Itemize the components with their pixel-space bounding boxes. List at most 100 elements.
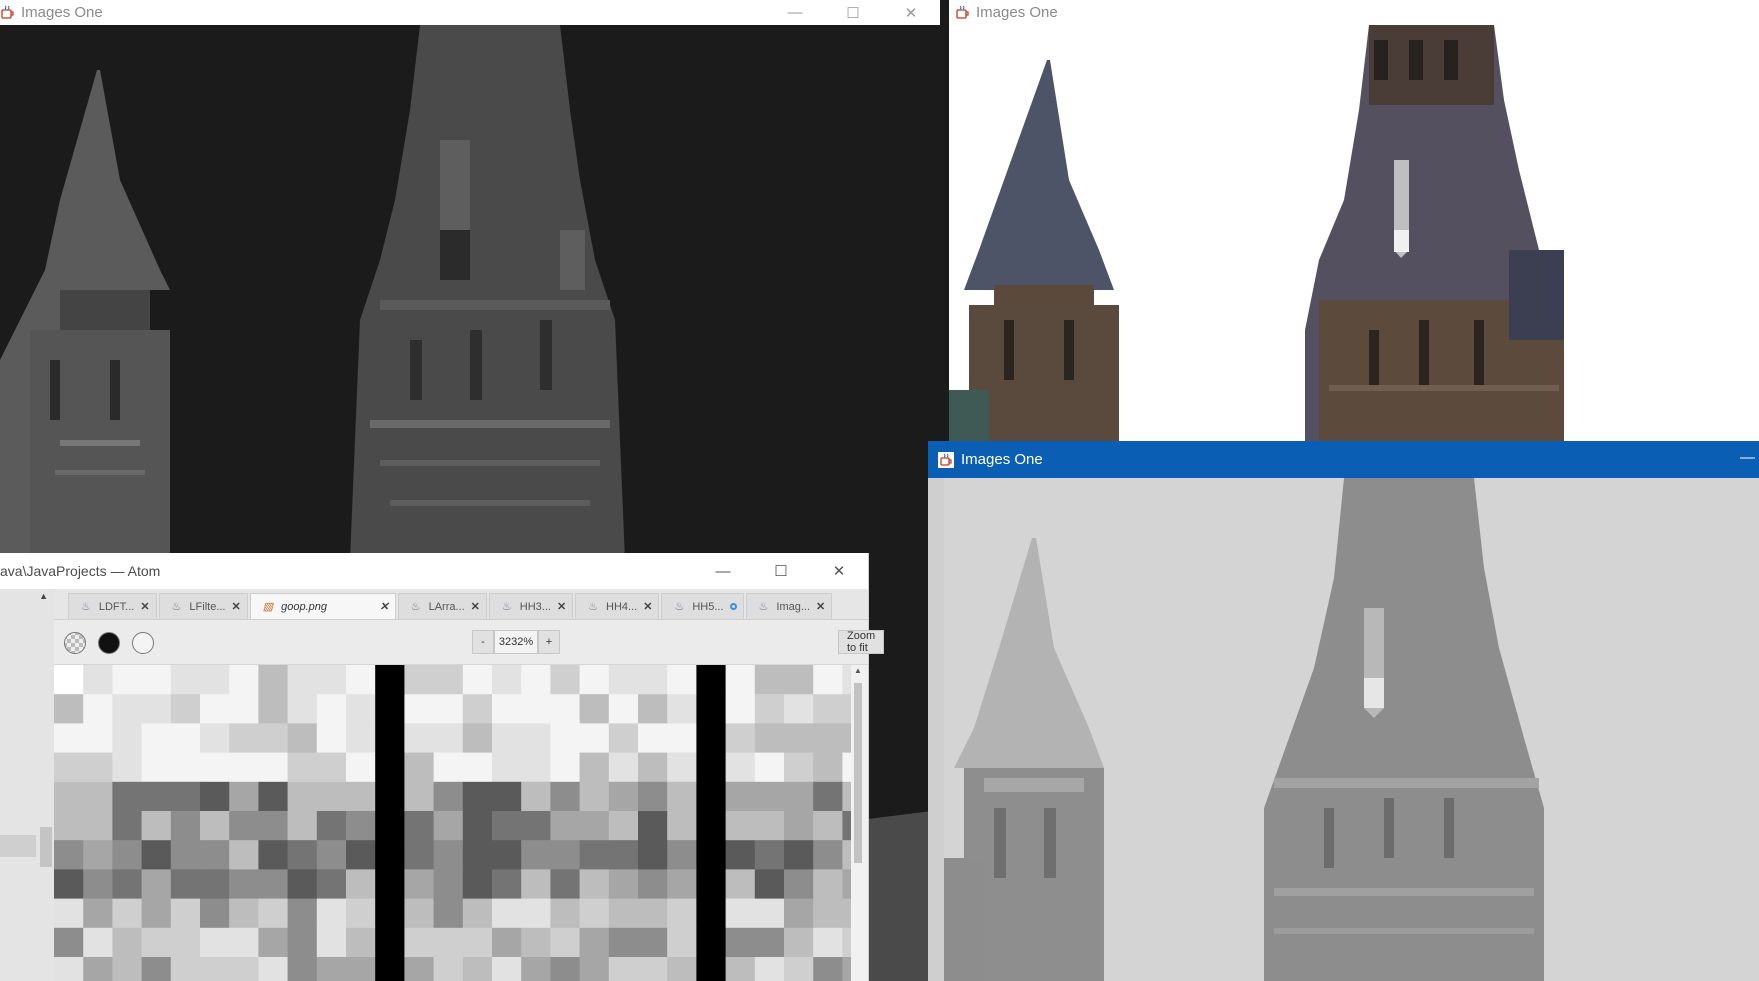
minimize-button[interactable]: —	[694, 553, 752, 589]
original-photo-image	[949, 25, 1759, 445]
image-pixel	[346, 898, 376, 929]
image-pixel	[521, 869, 551, 900]
tab-active[interactable]: ▧ goop.png ✕	[249, 593, 396, 619]
image-pixel	[83, 752, 113, 783]
zoom-controls: - 3232% +	[472, 630, 560, 654]
image-pixel	[170, 694, 201, 724]
image-pixel	[141, 694, 172, 724]
atom-editor-window[interactable]: ava\JavaProjects — Atom — ☐ ✕ ▲ ♨ LDFT..…	[0, 553, 885, 981]
title-bar[interactable]: Images One	[949, 0, 1759, 25]
images-one-window-light[interactable]: Images One —	[928, 441, 1759, 981]
close-icon[interactable]: ✕	[471, 600, 480, 613]
image-pixel	[433, 840, 464, 870]
image-pixel	[638, 840, 668, 870]
image-pixel	[346, 957, 376, 981]
zoom-out-button[interactable]: -	[472, 630, 494, 654]
transparent-background-button[interactable]	[64, 632, 86, 654]
image-pixel	[842, 927, 851, 958]
title-bar[interactable]: ava\JavaProjects — Atom — ☐ ✕	[0, 553, 868, 589]
close-icon[interactable]: ✕	[643, 600, 652, 613]
scroll-up-arrow-icon[interactable]: ▲	[854, 666, 862, 675]
tree-view-scrollbar[interactable]	[40, 827, 52, 867]
image-pixel	[638, 665, 668, 695]
tab[interactable]: ♨ LDFT... ✕	[68, 593, 157, 619]
zoom-to-fit-button[interactable]: Zoom to fit	[838, 630, 885, 654]
vertical-scrollbar[interactable]: ▲	[851, 665, 865, 981]
close-icon[interactable]: ✕	[557, 600, 566, 613]
tab[interactable]: ♨ LFilte... ✕	[158, 593, 248, 619]
tab[interactable]: ♨ HH4... ✕	[575, 593, 660, 619]
modified-indicator-icon[interactable]	[729, 603, 737, 610]
tab[interactable]: ♨ LArra... ✕	[397, 593, 487, 619]
image-pixel	[462, 752, 493, 783]
java-cup-icon	[938, 451, 954, 468]
images-one-window-original[interactable]: Images One	[949, 0, 1759, 445]
image-pixel	[842, 723, 851, 754]
image-pixel	[54, 927, 84, 958]
image-preview[interactable]	[54, 665, 851, 981]
image-pixel	[112, 694, 143, 724]
image-pixel	[316, 752, 347, 783]
tree-view-panel[interactable]: ▲	[0, 589, 55, 981]
image-pixel	[696, 781, 727, 812]
close-icon[interactable]: ✕	[140, 600, 149, 613]
image-pixel	[462, 840, 493, 870]
close-icon[interactable]: ✕	[232, 600, 241, 613]
image-pixel	[579, 665, 610, 695]
image-pixel	[754, 898, 785, 929]
close-icon[interactable]: ✕	[816, 600, 825, 613]
image-pixel	[200, 752, 230, 783]
image-pixel	[433, 665, 464, 695]
tab[interactable]: ♨ HH3... ✕	[488, 593, 574, 619]
image-pixel	[112, 665, 143, 695]
image-pixel	[579, 927, 610, 958]
image-pixel	[375, 927, 405, 958]
close-button[interactable]: ✕	[810, 553, 868, 589]
image-pixel	[141, 927, 172, 958]
image-pixel	[813, 665, 843, 695]
image-pixel	[754, 781, 785, 812]
image-pixel	[638, 811, 668, 841]
tab[interactable]: ♨ HH5...	[661, 593, 744, 619]
maximize-button[interactable]: ☐	[752, 553, 810, 589]
image-pixel	[725, 781, 756, 812]
image-pixel	[229, 898, 259, 929]
image-pixel	[579, 898, 610, 929]
image-pixel	[784, 927, 814, 958]
scroll-up-arrow-icon[interactable]: ▲	[39, 591, 48, 601]
posterized-light-image	[944, 478, 1759, 981]
image-pixel	[696, 811, 727, 841]
minimize-button[interactable]: —	[766, 0, 824, 25]
image-pixel	[170, 898, 201, 929]
tab[interactable]: ♨ Imag... ✕	[745, 593, 833, 619]
scrollbar-thumb[interactable]	[854, 683, 862, 863]
white-background-button[interactable]	[132, 632, 154, 654]
image-pixel	[492, 723, 522, 754]
zoom-in-button[interactable]: +	[538, 630, 560, 654]
image-pixel	[608, 869, 639, 900]
image-pixel	[404, 694, 435, 724]
image-pixel	[492, 927, 522, 958]
image-pixel	[112, 957, 143, 981]
image-pixel	[696, 665, 727, 695]
title-bar-active[interactable]: Images One —	[928, 441, 1759, 478]
image-pixel	[375, 723, 405, 754]
image-pixel	[521, 898, 551, 929]
image-pixel	[83, 665, 113, 695]
close-button[interactable]: ✕	[882, 0, 940, 25]
maximize-button[interactable]: ☐	[824, 0, 882, 25]
image-pixel	[550, 665, 581, 695]
tab-label: HH3...	[519, 600, 551, 613]
title-bar[interactable]: Images One — ☐ ✕	[0, 0, 940, 25]
minimize-icon[interactable]: —	[1740, 449, 1755, 466]
image-pixel	[754, 840, 785, 870]
image-pixel	[316, 811, 347, 841]
image-pixel	[258, 781, 289, 812]
image-pixel	[54, 869, 84, 900]
image-pixel	[54, 752, 84, 783]
zoom-level-display[interactable]: 3232%	[494, 630, 538, 654]
black-background-button[interactable]	[98, 632, 120, 654]
image-pixel	[258, 898, 289, 929]
tree-view-selected-row[interactable]	[0, 835, 36, 857]
close-icon[interactable]: ✕	[380, 600, 389, 613]
